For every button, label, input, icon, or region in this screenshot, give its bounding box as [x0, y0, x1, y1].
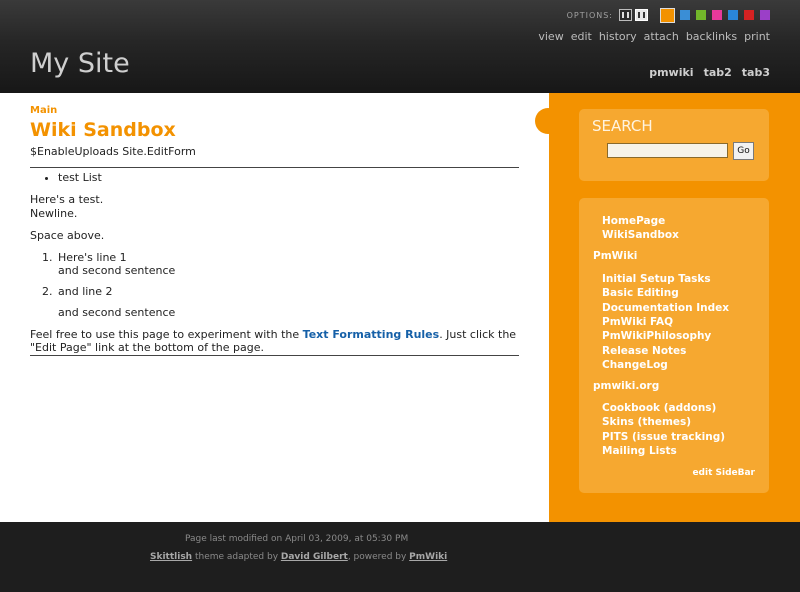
sidebar-item-initial-setup[interactable]: Initial Setup Tasks	[602, 273, 711, 285]
sidebar-item-wikisandbox[interactable]: WikiSandbox	[602, 229, 679, 241]
tab-tab3[interactable]: tab3	[742, 66, 770, 79]
color-swatch-purple[interactable]	[760, 10, 770, 20]
site-footer: Page last modified on April 03, 2009, at…	[0, 522, 800, 592]
sidebar-item-pits[interactable]: PITS (issue tracking)	[602, 431, 725, 443]
search-input[interactable]	[607, 143, 728, 158]
paragraph: Feel free to use this page to experiment…	[30, 328, 519, 354]
last-modified-text: Page last modified on April 03, 2009, at…	[185, 534, 409, 544]
sidebar-heading-pmwikiorg[interactable]: pmwiki.org	[593, 380, 659, 392]
paragraph-text: Feel free to use this page to experiment…	[30, 328, 303, 341]
action-attach-link[interactable]: attach	[644, 30, 679, 43]
main-content: Main Wiki Sandbox $EnableUploads Site.Ed…	[0, 93, 549, 522]
sidebar-item-cookbook[interactable]: Cookbook (addons)	[602, 402, 716, 414]
credits-text: theme adapted by	[192, 552, 281, 562]
list-line: and second sentence	[58, 264, 176, 277]
site-header: OPTIONS: view edit history attach backli…	[0, 0, 800, 93]
sidebar-item-skins[interactable]: Skins (themes)	[602, 416, 691, 428]
author-link[interactable]: David Gilbert	[281, 552, 348, 562]
fixed-width-layout-icon[interactable]	[619, 9, 632, 21]
sidebar-heading-pmwiki[interactable]: PmWiki	[593, 250, 637, 262]
group-link[interactable]: Main	[30, 105, 519, 117]
action-view-link[interactable]: view	[538, 30, 563, 43]
sidebar: SEARCH Go HomePage WikiSandbox PmWiki In…	[535, 93, 800, 522]
list-number: 2.	[42, 285, 53, 298]
sidebar-item-mailing-lists[interactable]: Mailing Lists	[602, 445, 677, 457]
divider	[30, 355, 519, 356]
top-tabs: pmwiki tab2 tab3	[649, 66, 770, 79]
sidebar-item-release-notes[interactable]: Release Notes	[602, 345, 686, 357]
site-title[interactable]: My Site	[30, 48, 130, 79]
sidebar-item-changelog[interactable]: ChangeLog	[602, 359, 668, 371]
ordered-list: 1. Here's line 1 and second sentence 2. …	[30, 251, 519, 298]
color-swatch-orange[interactable]	[660, 7, 675, 23]
sidebar-item-pmwiki-philosophy[interactable]: PmWikiPhilosophy	[602, 330, 711, 342]
color-swatch-blue[interactable]	[680, 10, 690, 20]
action-history-link[interactable]: history	[599, 30, 637, 43]
fluid-width-layout-icon[interactable]	[635, 9, 648, 21]
directives-text: $EnableUploads Site.EditForm	[30, 145, 196, 158]
paragraph-line: Newline.	[30, 207, 78, 220]
text-formatting-rules-link[interactable]: Text Formatting Rules	[303, 328, 440, 341]
options-bar: OPTIONS:	[566, 7, 770, 23]
paragraph: Space above.	[30, 229, 105, 242]
list-line: and line 2	[58, 285, 113, 298]
content-body: Main Wiki Sandbox $EnableUploads Site.Ed…	[30, 105, 519, 356]
list-line: Here's line 1	[58, 251, 127, 264]
sidebar-item-pmwiki-faq[interactable]: PmWiki FAQ	[602, 316, 673, 328]
ordered-list-item: 2. and line 2	[42, 285, 519, 298]
bullet-list: test List	[58, 171, 519, 185]
sidebar-item-documentation-index[interactable]: Documentation Index	[602, 302, 729, 314]
options-label: OPTIONS:	[566, 10, 613, 20]
page-actions: view edit history attach backlinks print	[538, 30, 770, 43]
action-edit-link[interactable]: edit	[571, 30, 592, 43]
sidebar-menu: HomePage WikiSandbox PmWiki Initial Setu…	[579, 198, 769, 493]
search-go-button[interactable]: Go	[733, 142, 754, 160]
sidebar-tab-decoration	[535, 108, 561, 134]
color-swatch-light-blue[interactable]	[728, 10, 738, 20]
search-panel: SEARCH Go	[579, 109, 769, 181]
tab-pmwiki[interactable]: pmwiki	[649, 66, 693, 79]
sidebar-item-basic-editing[interactable]: Basic Editing	[602, 287, 679, 299]
indented-text: and second sentence	[58, 306, 176, 319]
tab-tab2[interactable]: tab2	[704, 66, 732, 79]
action-print-link[interactable]: print	[744, 30, 770, 43]
pmwiki-link[interactable]: PmWiki	[409, 552, 447, 562]
search-heading: SEARCH	[592, 117, 653, 135]
paragraph: Here's a test. Newline.	[30, 193, 519, 221]
ordered-list-item: 1. Here's line 1 and second sentence	[42, 251, 519, 277]
divider	[30, 167, 519, 168]
action-backlinks-link[interactable]: backlinks	[686, 30, 737, 43]
footer-credits: Skittlish theme adapted by David Gilbert…	[150, 552, 447, 562]
page-title: Wiki Sandbox	[30, 119, 176, 141]
color-swatch-red[interactable]	[744, 10, 754, 20]
color-swatch-green[interactable]	[696, 10, 706, 20]
credits-text: , powered by	[347, 552, 410, 562]
list-item: test List	[58, 171, 519, 185]
edit-sidebar-link[interactable]: edit SideBar	[692, 468, 755, 478]
paragraph-line: Here's a test.	[30, 193, 104, 206]
skin-link[interactable]: Skittlish	[150, 552, 192, 562]
color-swatch-pink[interactable]	[712, 10, 722, 20]
list-number: 1.	[42, 251, 53, 264]
sidebar-item-homepage[interactable]: HomePage	[602, 215, 665, 227]
